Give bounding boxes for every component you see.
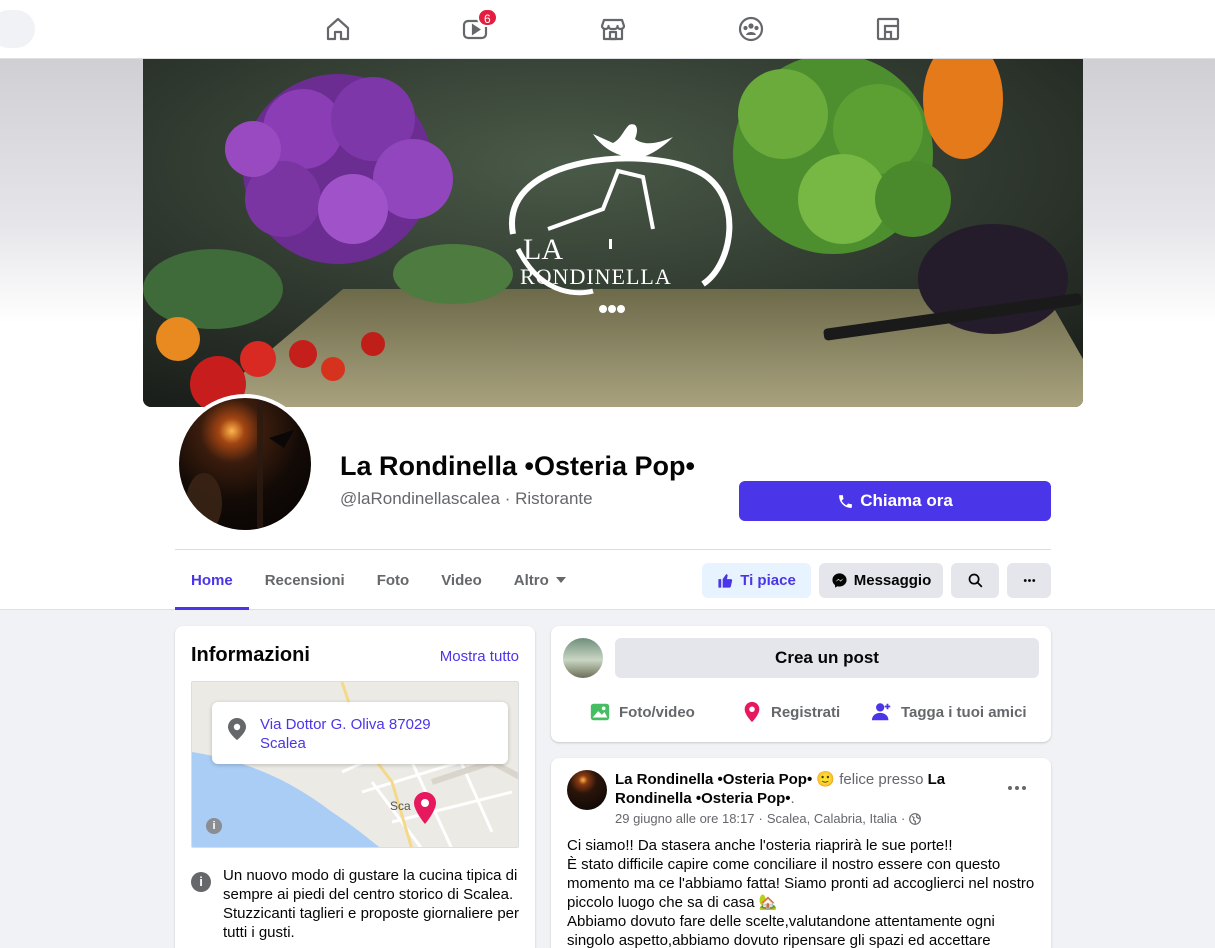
checkin-button[interactable]: Registrati	[741, 696, 840, 728]
location-pin-icon	[228, 718, 246, 740]
map-info-icon[interactable]: i	[206, 818, 222, 834]
page-title: La Rondinella •Osteria Pop•	[340, 451, 695, 481]
photo-video-button[interactable]: Foto/video	[589, 696, 695, 728]
tab-more-label: Altro	[513, 571, 549, 589]
globe-icon	[909, 812, 922, 825]
like-page-button[interactable]: Ti piace	[702, 563, 811, 598]
like-label: Ti piace	[740, 572, 796, 589]
post-location[interactable]: Scalea, Calabria, Italia	[767, 811, 897, 826]
page-subtitle: @laRondinellascalea · Ristorante	[340, 489, 593, 509]
map-address[interactable]: Via Dottor G. Oliva 87029 Scalea	[260, 715, 490, 753]
home-icon	[326, 17, 350, 41]
post-author-avatar[interactable]	[567, 770, 607, 810]
location-map[interactable]: Sca Via Dottor G. Oliva 87029 Scalea i	[191, 681, 519, 848]
nav-gaming[interactable]	[868, 12, 908, 46]
tab-photos[interactable]: Foto	[361, 550, 425, 610]
post-body: Ci siamo!! Da stasera anche l'osteria ri…	[567, 836, 1039, 948]
post-author[interactable]: La Rondinella •Osteria Pop•	[615, 771, 812, 788]
post-date[interactable]: 29 giugno alle ore 18:17	[615, 811, 755, 826]
post-header: La Rondinella •Osteria Pop• 🙂 felice pre…	[615, 770, 955, 808]
tab-reviews[interactable]: Recensioni	[249, 550, 361, 610]
page-more-button[interactable]	[1007, 563, 1051, 598]
create-post-button[interactable]: Crea un post	[615, 638, 1039, 678]
address-line-1: Via Dottor G. Oliva 87029	[260, 716, 431, 733]
tab-home[interactable]: Home	[175, 550, 249, 610]
marketplace-store-icon	[600, 18, 626, 41]
page-tabs: Home Recensioni Foto Video Altro	[175, 550, 583, 610]
call-now-label: Chiama ora	[860, 491, 953, 510]
search-icon	[968, 573, 982, 588]
cover-logo-line1: LA	[523, 233, 563, 266]
map-town-label: Sca	[390, 799, 411, 813]
cover-photo[interactable]: LA RONDINELLA	[143, 59, 1083, 407]
feeling-emoji: 🙂	[816, 771, 836, 788]
cover-logo-line2: RONDINELLA	[520, 264, 672, 289]
tab-videos-label: Video	[441, 571, 482, 589]
nav-home[interactable]	[318, 12, 358, 46]
groups-icon	[738, 16, 764, 42]
post-line-1: Ci siamo!! Da stasera anche l'osteria ri…	[567, 837, 953, 854]
post-line-3: Abbiamo dovuto fare delle scelte,valutan…	[567, 913, 995, 948]
gaming-icon	[876, 17, 900, 41]
checkin-pin-icon	[744, 701, 760, 723]
post-period: .	[790, 790, 795, 807]
photo-video-label: Foto/video	[619, 703, 695, 721]
address-line-2: Scalea	[260, 735, 306, 752]
tag-friends-button[interactable]: Tagga i tuoi amici	[871, 696, 1027, 728]
tag-friends-icon	[871, 703, 891, 721]
composer-avatar[interactable]	[563, 638, 603, 678]
tab-reviews-label: Recensioni	[264, 571, 345, 589]
about-text: Un nuovo modo di gustare la cucina tipic…	[223, 867, 519, 941]
tab-videos[interactable]: Video	[425, 550, 498, 610]
info-card: Informazioni Mostra tutto Sca Via Dottor…	[175, 626, 535, 948]
map-address-card[interactable]: Via Dottor G. Oliva 87029 Scalea	[212, 702, 508, 764]
call-now-button[interactable]: Chiama ora	[739, 481, 1051, 521]
show-all-link[interactable]: Mostra tutto	[440, 648, 519, 665]
search-box[interactable]	[0, 10, 35, 48]
tag-friends-label: Tagga i tuoi amici	[901, 703, 1027, 721]
meta-separator-1: ·	[758, 811, 763, 826]
message-label: Messaggio	[853, 572, 932, 589]
more-options-icon	[1023, 579, 1035, 582]
nav-marketplace[interactable]	[593, 12, 633, 46]
post-feeling: felice presso	[839, 771, 924, 788]
thumbs-up-icon	[718, 574, 733, 588]
nav-watch[interactable]: 6	[455, 8, 498, 46]
watch-notification-badge: 6	[477, 8, 498, 27]
message-button[interactable]: Messaggio	[819, 563, 943, 598]
post-card: La Rondinella •Osteria Pop• 🙂 felice pre…	[551, 758, 1051, 948]
page-category[interactable]: Ristorante	[515, 489, 592, 508]
checkin-label: Registrati	[771, 703, 841, 721]
profile-picture[interactable]	[179, 398, 311, 530]
profile-image	[186, 398, 294, 530]
page-search-button[interactable]	[951, 563, 999, 598]
info-icon: i	[191, 872, 211, 892]
info-title: Informazioni	[191, 644, 310, 666]
messenger-icon	[832, 573, 847, 588]
subtitle-separator: ·	[504, 489, 511, 508]
cover-image: LA RONDINELLA	[143, 59, 1083, 407]
page-handle[interactable]: @laRondinellascalea	[340, 489, 500, 508]
phone-icon	[839, 494, 853, 508]
photo-icon	[590, 703, 610, 721]
map-marker-icon	[414, 792, 436, 824]
nav-groups[interactable]	[731, 12, 771, 46]
meta-separator-2: ·	[900, 811, 906, 826]
post-meta: 29 giugno alle ore 18:17 · Scalea, Calab…	[615, 811, 922, 826]
caret-down-icon	[555, 577, 566, 583]
tab-photos-label: Foto	[376, 571, 410, 589]
tab-more[interactable]: Altro	[498, 550, 583, 610]
create-post-card: Crea un post Foto/video Registrati Tagga…	[551, 626, 1051, 742]
post-line-2: È stato difficile capire come conciliare…	[567, 856, 1035, 911]
post-more-icon[interactable]	[1005, 780, 1029, 796]
tab-home-label: Home	[191, 571, 233, 589]
top-navigation-bar: 6	[0, 0, 1215, 59]
